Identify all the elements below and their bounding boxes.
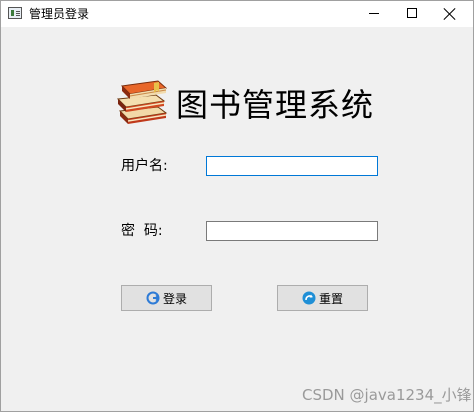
- window-app-icon: [8, 7, 22, 19]
- username-input[interactable]: [206, 156, 378, 176]
- username-label: 用户名:: [121, 158, 168, 174]
- title-bar[interactable]: 管理员登录: [1, 1, 473, 27]
- close-icon: [443, 7, 457, 21]
- reset-icon: [302, 291, 316, 305]
- minimize-icon: [369, 13, 379, 14]
- reset-button-label: 重置: [318, 291, 343, 306]
- books-icon: [116, 80, 168, 124]
- reset-button[interactable]: 重置: [277, 285, 368, 311]
- watermark-text: CSDN @java1234_小锋: [302, 386, 472, 404]
- login-button[interactable]: 登录: [121, 285, 212, 311]
- login-window: 管理员登录 图书管理系统 用户名: 密 码: 登录 重置 CSDN @java1…: [0, 0, 474, 412]
- window-title: 管理员登录: [29, 7, 90, 21]
- close-button[interactable]: [427, 1, 473, 27]
- login-button-label: 登录: [162, 291, 187, 306]
- login-icon: [146, 291, 160, 305]
- maximize-icon: [407, 8, 417, 18]
- password-label: 密 码:: [121, 223, 163, 239]
- password-input[interactable]: [206, 221, 378, 241]
- system-title: 图书管理系统: [176, 86, 375, 124]
